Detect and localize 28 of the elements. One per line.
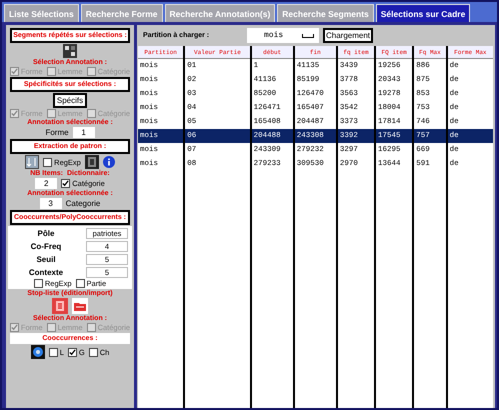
- checkbox[interactable]: [43, 158, 52, 166]
- sort-icon[interactable]: [25, 155, 40, 169]
- field-label: Co-Freq: [30, 242, 62, 251]
- dropdown-icon[interactable]: [302, 34, 314, 38]
- checkbox[interactable]: [76, 279, 85, 288]
- folder-icon[interactable]: [72, 298, 88, 314]
- book-icon[interactable]: [84, 155, 99, 169]
- field-label: Contexte: [28, 268, 64, 277]
- field-label: Forme: [45, 128, 69, 137]
- field-label: Pôle: [36, 229, 56, 238]
- checkbox[interactable]: [61, 179, 70, 188]
- field-label: Seuil: [35, 255, 57, 264]
- info-icon[interactable]: [102, 156, 115, 168]
- specifs-button[interactable]: Spécifs: [52, 93, 88, 108]
- load-button[interactable]: Chargement: [323, 28, 374, 43]
- input-field[interactable]: 1: [72, 127, 95, 138]
- checkbox[interactable]: [88, 348, 98, 356]
- field-label: Categorie: [66, 199, 100, 208]
- grid-icon[interactable]: [63, 44, 77, 58]
- document-icon[interactable]: [52, 298, 68, 314]
- checkbox[interactable]: [68, 348, 77, 356]
- input-field[interactable]: 3: [40, 198, 62, 209]
- disc-icon[interactable]: [30, 345, 45, 359]
- input-field[interactable]: 2: [35, 178, 58, 189]
- partition-dropdown[interactable]: mois: [247, 28, 319, 43]
- checkbox[interactable]: [34, 279, 43, 288]
- checkbox[interactable]: [48, 348, 58, 356]
- tab[interactable]: Sélections sur Cadre: [376, 4, 470, 22]
